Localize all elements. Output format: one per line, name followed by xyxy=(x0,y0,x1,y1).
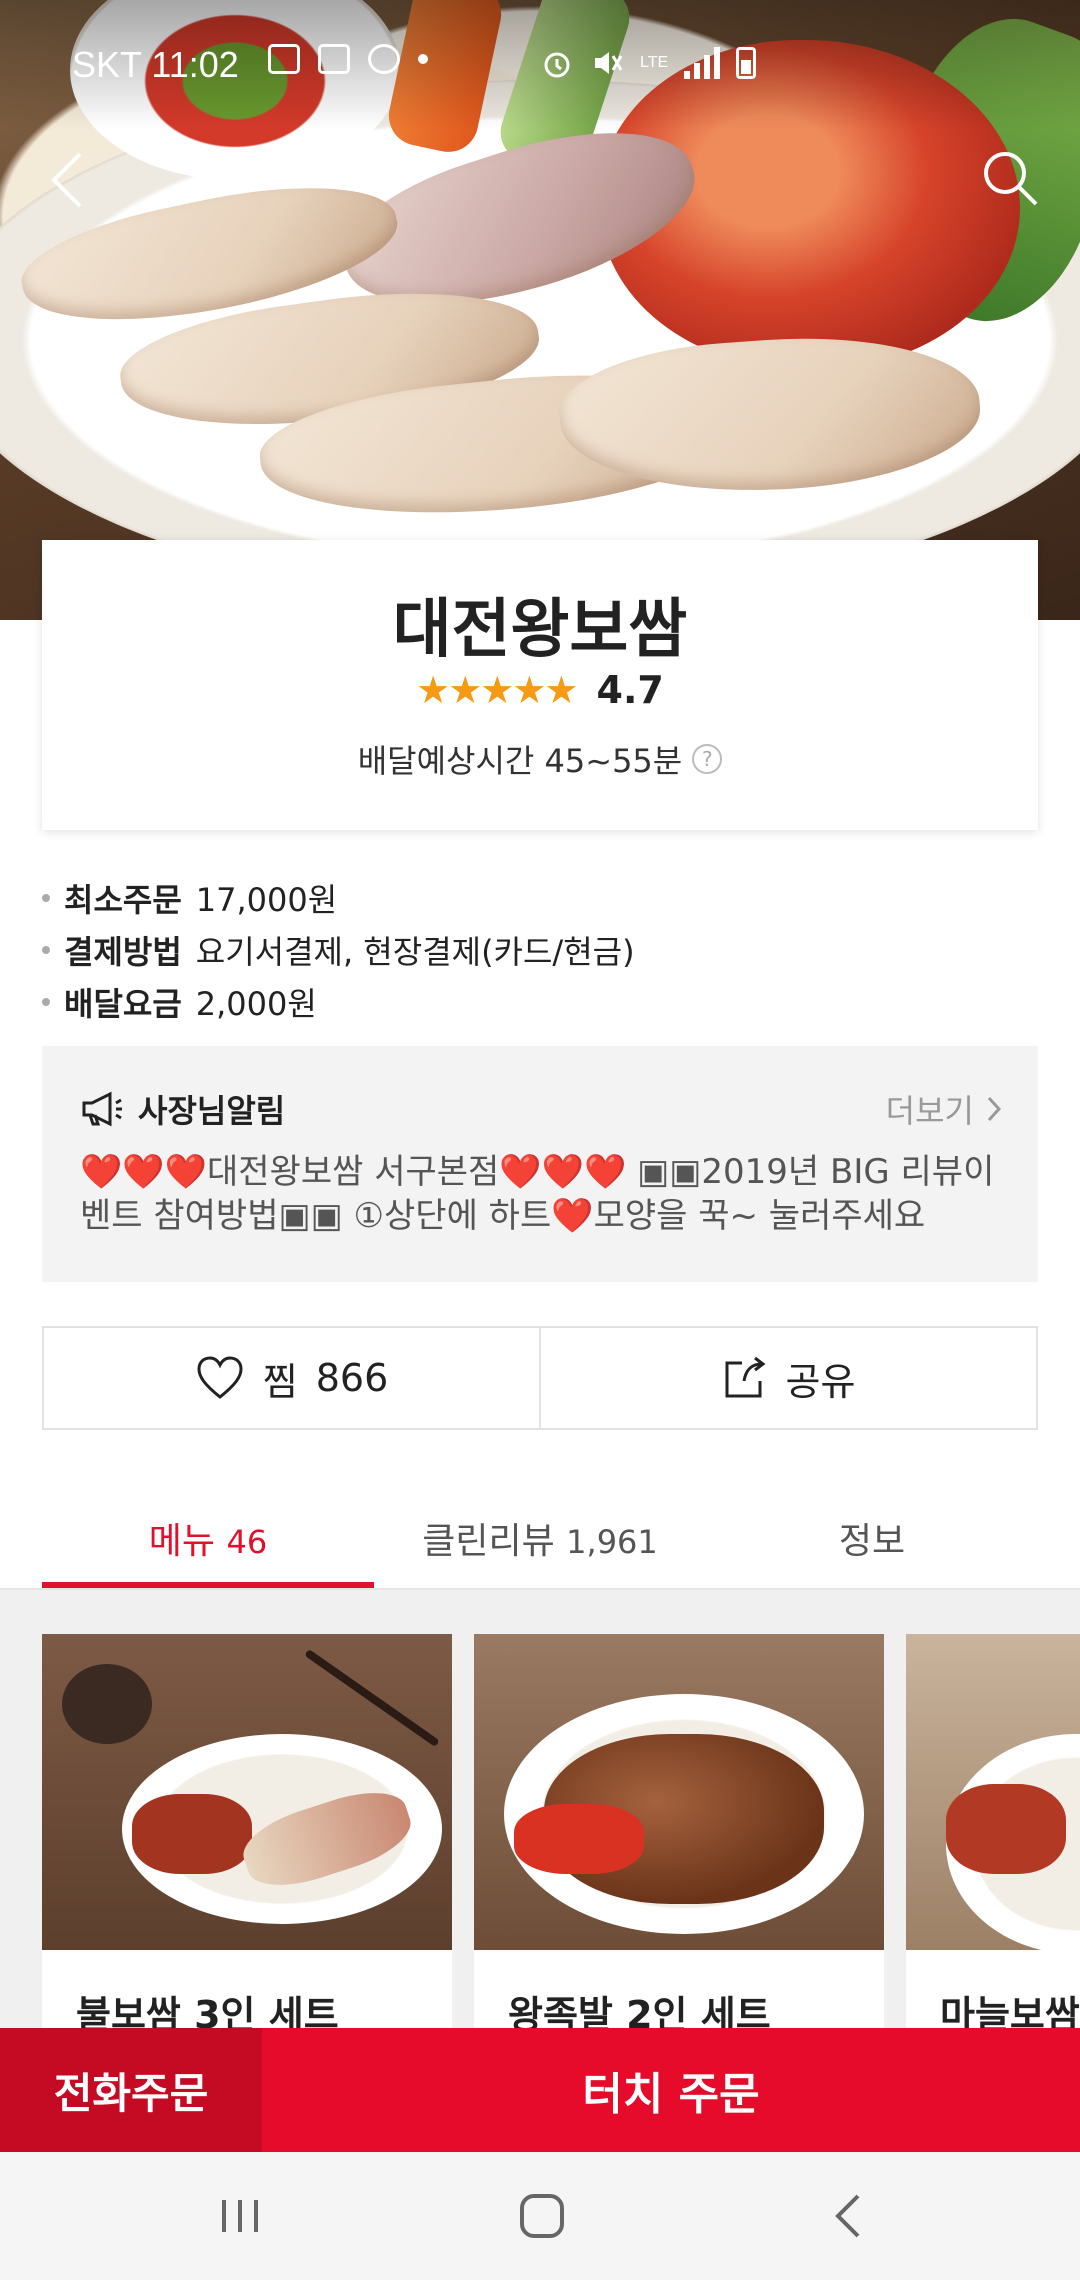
more-notifications-dot xyxy=(418,54,428,64)
detail-delivery-fee: 배달요금 2,000원 xyxy=(42,976,1038,1028)
like-label: 찜 xyxy=(262,1359,298,1404)
network-type: LTE xyxy=(640,54,669,71)
megaphone-icon xyxy=(82,1091,122,1127)
detail-label: 최소주문 xyxy=(64,881,182,919)
detail-payment: 결제방법 요기서결제, 현장결제(카드/현금) xyxy=(42,924,1038,976)
phone-order-button[interactable]: 전화주문 xyxy=(0,2028,262,2152)
menu-card[interactable]: 마늘보쌈 xyxy=(906,1634,1080,2030)
detail-value: 요기서결제, 현장결제(카드/현금) xyxy=(195,933,635,971)
tab-count: 1,961 xyxy=(566,1523,658,1561)
mute-icon xyxy=(595,52,623,74)
menu-image xyxy=(474,1634,884,1950)
order-bar: 전화주문 터치 주문 xyxy=(0,2028,1080,2152)
store-info-card: 대전왕보쌈 ★★★★★ 4.7 배달예상시간 45~55분 ? xyxy=(42,540,1038,830)
menu-title: 불보쌈 3인 세트 xyxy=(76,1993,339,2030)
system-nav-bar xyxy=(0,2152,1080,2280)
like-button[interactable]: 찜 866 xyxy=(44,1328,539,1428)
search-icon[interactable] xyxy=(980,148,1040,208)
star-rating-icon: ★★★★★ xyxy=(416,668,578,712)
tab-count: 46 xyxy=(226,1523,268,1561)
rating-row: ★★★★★ 4.7 xyxy=(42,668,1038,712)
tab-info[interactable]: 정보 xyxy=(706,1494,1038,1588)
share-icon xyxy=(725,1356,766,1398)
notice-body: ❤️❤️❤️대전왕보쌈 서구본점❤️❤️❤️ ▣▣2019년 BIG 리뷰이벤트… xyxy=(80,1152,995,1236)
store-details: 최소주문 17,000원 결제방법 요기서결제, 현장결제(카드/현금) 배달요… xyxy=(42,872,1038,1028)
back-icon[interactable] xyxy=(44,148,92,212)
delivery-eta: 배달예상시간 45~55분 ? xyxy=(42,736,1038,782)
detail-value: 17,000원 xyxy=(195,881,338,919)
menu-image xyxy=(906,1634,1080,1950)
tab-clean-review[interactable]: 클린리뷰 1,961 xyxy=(374,1494,706,1588)
store-tabs: 메뉴 46 클린리뷰 1,961 정보 xyxy=(42,1494,1038,1588)
heart-icon xyxy=(197,1356,243,1399)
alarm-icon xyxy=(544,52,570,78)
touch-order-button[interactable]: 터치 주문 xyxy=(262,2028,1080,2152)
signal-icon xyxy=(684,47,721,79)
chevron-right-icon xyxy=(987,1096,1002,1122)
menu-carousel[interactable]: 불보쌈 3인 세트 왕족발 2인 세트 마늘보쌈 xyxy=(0,1590,1080,2030)
rating-value: 4.7 xyxy=(596,668,664,712)
help-icon[interactable]: ? xyxy=(692,744,723,774)
status-bar: SKT 11:02 LTE xyxy=(0,0,1080,130)
menu-card[interactable]: 왕족발 2인 세트 xyxy=(474,1634,884,2030)
gallery-icon xyxy=(268,44,300,74)
tab-menu[interactable]: 메뉴 46 xyxy=(42,1494,374,1588)
menu-card[interactable]: 불보쌈 3인 세트 xyxy=(42,1634,452,2030)
app-s-icon xyxy=(318,44,350,74)
notice-more-link[interactable]: 더보기 xyxy=(886,1086,1002,1132)
menu-title: 왕족발 2인 세트 xyxy=(508,1993,771,2030)
recent-apps-icon[interactable] xyxy=(210,2188,270,2244)
system-back-icon[interactable] xyxy=(820,2188,880,2244)
store-name: 대전왕보쌈 xyxy=(392,593,688,667)
share-button[interactable]: 공유 xyxy=(539,1328,1036,1428)
store-actions: 찜 866 공유 xyxy=(42,1326,1038,1430)
menu-title: 마늘보쌈 xyxy=(940,1993,1080,2030)
share-label: 공유 xyxy=(785,1359,856,1404)
notice-title: 사장님알림 xyxy=(138,1092,286,1130)
detail-label: 배달요금 xyxy=(64,985,182,1023)
detail-value: 2,000원 xyxy=(195,985,317,1023)
like-count: 866 xyxy=(315,1356,389,1400)
carrier-time: SKT 11:02 xyxy=(72,44,239,85)
detail-label: 결제방법 xyxy=(64,933,182,971)
menu-image xyxy=(42,1634,452,1950)
battery-icon xyxy=(736,47,757,79)
home-icon[interactable] xyxy=(512,2188,572,2244)
notification-icon xyxy=(368,44,400,74)
owner-notice[interactable]: 사장님알림 더보기 ❤️❤️❤️대전왕보쌈 서구본점❤️❤️❤️ ▣▣2019년… xyxy=(42,1046,1038,1282)
detail-min-order: 최소주문 17,000원 xyxy=(42,872,1038,924)
delivery-eta-text: 배달예상시간 45~55분 xyxy=(357,742,683,780)
